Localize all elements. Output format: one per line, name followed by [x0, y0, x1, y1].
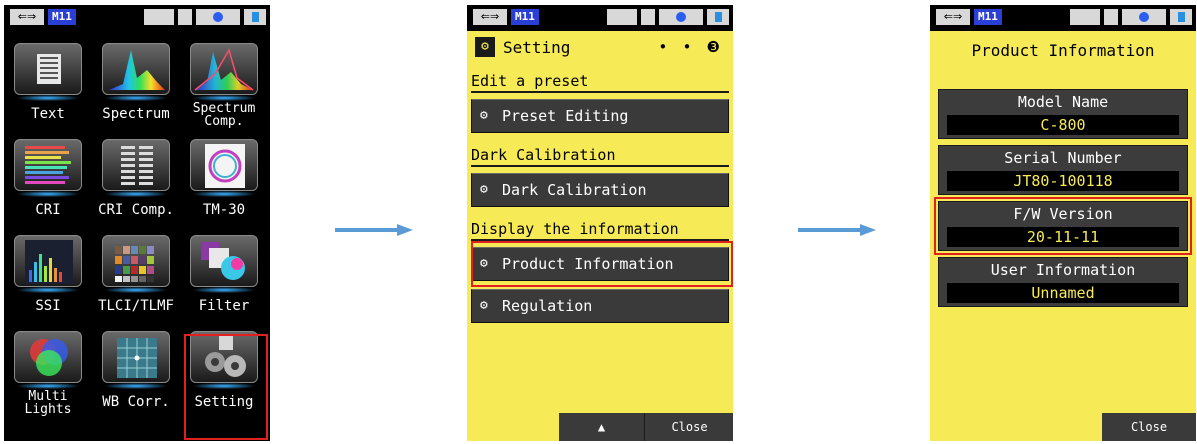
gears-icon: ⚙: [480, 108, 488, 123]
page-up-button[interactable]: ▲: [559, 413, 645, 441]
menu-tile-label: Text: [31, 106, 65, 122]
usb-icon: ⇐⇒: [936, 9, 970, 25]
battery-icon: [1170, 9, 1192, 25]
field-value: Unnamed: [947, 283, 1179, 303]
tlci-icon: [102, 235, 170, 287]
selection-highlight: [934, 197, 1192, 255]
status-bar: ⇐⇒ M11: [4, 5, 270, 31]
menu-tile-tm30[interactable]: TM-30: [180, 135, 268, 231]
menu-tile-label: Filter: [198, 298, 250, 314]
menu-tile-label: WB Corr.: [102, 394, 170, 410]
text-icon: [14, 43, 82, 95]
menu-tile-label: Spectrum Comp.: [192, 101, 256, 129]
status-block-icon: [178, 9, 192, 25]
ssi-icon: [14, 235, 82, 287]
button-label: Dark Calibration: [502, 181, 647, 199]
gears-icon: ⚙: [480, 182, 488, 197]
user-information-field[interactable]: User Information Unnamed: [938, 257, 1188, 307]
status-block-icon: [1070, 9, 1100, 25]
memory-badge: M11: [48, 9, 76, 25]
menu-screen: ⇐⇒ M11 Text Spectrum Spectrum Comp. CRI …: [4, 5, 270, 441]
selection-highlight: [471, 241, 733, 287]
menu-tile-spectrum-comp[interactable]: Spectrum Comp.: [180, 39, 268, 135]
regulation-button[interactable]: ⚙ Regulation: [471, 289, 729, 323]
status-block-icon: [1104, 9, 1118, 25]
menu-tile-label: CRI: [35, 202, 61, 218]
field-label: Model Name: [1017, 93, 1109, 111]
gears-icon: ⚙: [480, 298, 488, 313]
menu-tile-ssi[interactable]: SSI: [4, 231, 92, 327]
spectrum-comp-icon: [190, 43, 258, 95]
menu-tile-wb-corr[interactable]: WB Corr.: [92, 327, 180, 423]
close-button[interactable]: Close: [646, 413, 733, 441]
field-label: User Information: [990, 261, 1136, 279]
battery-icon: [707, 9, 729, 25]
product-information-screen: ⇐⇒ M11 Product Information Model Name C-…: [930, 5, 1196, 441]
cri-icon: [14, 139, 82, 191]
wb-corr-icon: [102, 331, 170, 383]
menu-tile-label: Spectrum: [102, 106, 170, 122]
bluetooth-icon: [659, 9, 703, 25]
page-indicator: • • ❸: [658, 38, 723, 56]
battery-icon: [244, 9, 266, 25]
page-title: Product Information: [971, 41, 1155, 60]
menu-tile-label: CRI Comp.: [98, 202, 174, 218]
menu-tile-multi-lights[interactable]: Multi Lights: [4, 327, 92, 423]
menu-tile-filter[interactable]: Filter: [180, 231, 268, 327]
menu-tile-label: TLCI/TLMF: [98, 298, 174, 314]
usb-icon: ⇐⇒: [10, 9, 44, 25]
multi-lights-icon: [14, 331, 82, 383]
menu-tile-text[interactable]: Text: [4, 39, 92, 135]
memory-badge: M11: [974, 9, 1002, 25]
field-value: C-800: [947, 115, 1179, 135]
menu-tile-tlci[interactable]: TLCI/TLMF: [92, 231, 180, 327]
status-bar: ⇐⇒ M11: [930, 5, 1196, 31]
field-value: JT80-100118: [947, 171, 1179, 191]
bluetooth-icon: [1122, 9, 1166, 25]
cri-comp-icon: [102, 139, 170, 191]
setting-screen: ⇐⇒ M11 ⚙ Setting • • ❸ Edit a preset ⚙ P…: [467, 5, 733, 441]
button-label: Preset Editing: [502, 107, 629, 125]
menu-tile-label: TM-30: [202, 202, 246, 218]
section-heading: Display the information: [471, 219, 729, 241]
bluetooth-icon: [196, 9, 240, 25]
bottom-bar: ▲ Close: [559, 413, 733, 441]
usb-icon: ⇐⇒: [473, 9, 507, 25]
menu-tile-cri-comp[interactable]: CRI Comp.: [92, 135, 180, 231]
memory-badge: M11: [511, 9, 539, 25]
menu-tile-spectrum[interactable]: Spectrum: [92, 39, 180, 135]
arrow-right-icon: [798, 224, 876, 236]
dark-calibration-button[interactable]: ⚙ Dark Calibration: [471, 173, 729, 207]
menu-tile-label: SSI: [35, 298, 61, 314]
status-block-icon: [641, 9, 655, 25]
page-title: Setting: [503, 38, 571, 57]
setting-header: ⚙ Setting • • ❸: [467, 31, 733, 63]
tm30-icon: [190, 139, 258, 191]
button-label: Regulation: [502, 297, 593, 315]
arrow-right-icon: [335, 224, 413, 236]
preset-editing-button[interactable]: ⚙ Preset Editing: [471, 99, 729, 133]
status-bar: ⇐⇒ M11: [467, 5, 733, 31]
menu-tile-label: Multi Lights: [24, 389, 72, 417]
model-name-field: Model Name C-800: [938, 89, 1188, 139]
close-button[interactable]: Close: [1102, 413, 1196, 441]
serial-number-field: Serial Number JT80-100118: [938, 145, 1188, 195]
section-heading: Dark Calibration: [471, 145, 729, 167]
section-heading: Edit a preset: [471, 71, 729, 93]
status-block-icon: [607, 9, 637, 25]
menu-tile-cri[interactable]: CRI: [4, 135, 92, 231]
spectrum-icon: [102, 43, 170, 95]
setting-icon: ⚙: [475, 37, 495, 57]
status-block-icon: [144, 9, 174, 25]
field-label: Serial Number: [1004, 149, 1122, 167]
filter-icon: [190, 235, 258, 287]
selection-highlight: [184, 334, 268, 440]
